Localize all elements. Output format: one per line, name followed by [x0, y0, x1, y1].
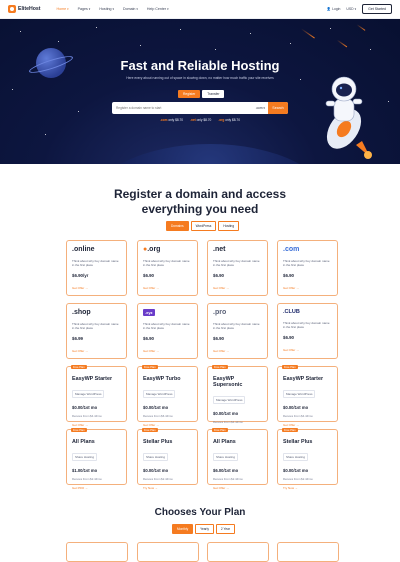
- get-offer-link[interactable]: Get Offer →: [283, 286, 332, 290]
- domain-card-org: ●.org Think about why buy domain name in…: [137, 240, 198, 296]
- user-icon: 👤: [326, 7, 332, 11]
- search-button[interactable]: Search: [268, 102, 288, 114]
- menu-item-help-center[interactable]: Help Center ▾: [147, 7, 169, 11]
- domain-card-online: .online Think about why buy domain name …: [66, 240, 127, 296]
- billing-period-tabs: Monthly Yearly 2 Year: [172, 524, 235, 534]
- menu-item-home[interactable]: Home ▾: [56, 7, 68, 11]
- get-offer-link[interactable]: Get Offer →: [72, 286, 121, 290]
- chevron-down-icon: ▾: [354, 7, 357, 11]
- plan-badge: Free Plan: [71, 428, 87, 433]
- domain-card-com: .com Think about why buy domain name in …: [277, 240, 338, 296]
- domain-card-pro: .pro Think about why buy domain name in …: [207, 303, 268, 359]
- plan-card: [277, 542, 339, 562]
- hero-tabs: Register Transfer: [178, 90, 225, 98]
- plans-section-title: Chooses Your Plan: [154, 507, 246, 518]
- plan-badge: Free Plan: [142, 428, 158, 433]
- login-link[interactable]: 👤 Login: [327, 7, 341, 11]
- get-pro-link[interactable]: Get PRO →: [72, 486, 121, 490]
- chevron-down-icon: ▾: [136, 7, 138, 11]
- domain-card-net: .net Think about why buy domain name in …: [207, 240, 268, 296]
- plan-badge: Free Plan: [282, 365, 298, 370]
- hero-subtitle: Here every about running out of space in…: [126, 76, 274, 80]
- wp-plan-card: Free Plan EasyWP Starter Manage WordPres…: [277, 365, 338, 427]
- chevron-down-icon: ▾: [67, 7, 69, 11]
- wp-plan-card: Free Plan EasyWP Turbo Manage WordPress …: [137, 365, 198, 427]
- tld-price-org: .org only $8.70: [218, 118, 240, 122]
- get-started-button[interactable]: Get Started: [362, 4, 392, 14]
- get-offer-link[interactable]: Get Offer →: [143, 286, 192, 290]
- nav-actions: 👤 Login USD ▾ Get Started: [327, 4, 392, 14]
- tab-monthly[interactable]: Monthly: [172, 524, 194, 534]
- main-menu: Home ▾ Pages ▾ Hosting ▾ Domain ▾ Help Cente…: [56, 7, 168, 11]
- plan-badge: Free Plan: [212, 365, 228, 370]
- try-now-link[interactable]: Try Now →: [143, 486, 192, 490]
- get-offer-link[interactable]: Get Offer →: [213, 286, 262, 290]
- wp-plan-card: Free Plan EasyWP Supersonic Manage WordP…: [207, 365, 268, 433]
- currency-select[interactable]: USD ▾: [346, 7, 356, 11]
- tab-2-year[interactable]: 2 Year: [215, 524, 235, 534]
- tld-select[interactable]: .com ▾: [256, 106, 265, 110]
- plan-badge: Free Plan: [282, 428, 298, 433]
- astronaut-rocket-illustration: [325, 76, 372, 159]
- brand-name: EliteHost: [18, 6, 41, 12]
- tab-transfer[interactable]: Transfer: [202, 90, 225, 98]
- get-offer-link[interactable]: Get Offer →: [213, 486, 262, 490]
- hosting-plan-card: Free Plan Stellar Plus Share Hosting $0.…: [137, 428, 198, 490]
- menu-item-domain[interactable]: Domain ▾: [123, 7, 138, 11]
- domain-card-club: .CLUB Think about why buy domain name in…: [277, 303, 338, 359]
- tab-hosting[interactable]: Hosting: [218, 221, 240, 231]
- domain-card-shop: .shop Think about why buy domain name in…: [66, 303, 127, 359]
- hero-title: Fast and Reliable Hosting: [120, 58, 280, 73]
- menu-item-hosting[interactable]: Hosting ▾: [99, 7, 114, 11]
- logo-icon: [8, 5, 16, 13]
- top-navbar: EliteHost Home ▾ Pages ▾ Hosting ▾ Domain ▾ …: [0, 0, 400, 19]
- tab-register[interactable]: Register: [178, 90, 201, 98]
- tld-price-net: .net only $8.70: [190, 118, 212, 122]
- domains-section-title: Register a domain and access everything …: [113, 187, 287, 216]
- chevron-down-icon: ▾: [112, 7, 115, 11]
- wp-plan-card: Free Plan EasyWP Starter Manage WordPres…: [66, 365, 127, 427]
- hosting-plan-card: Free Plan All Plans Share Hosting $6.00/…: [207, 428, 268, 490]
- hosting-plan-card: Free Plan Stellar Plus Share Hosting $0.…: [277, 428, 338, 490]
- hero-section: Fast and Reliable Hosting Here every abo…: [0, 19, 400, 164]
- tld-price-list: .com only $8.70 .net only $8.70 .org onl…: [0, 118, 400, 122]
- domain-search-input[interactable]: [116, 106, 246, 110]
- menu-item-pages[interactable]: Pages ▾: [78, 7, 91, 11]
- get-offer-link[interactable]: Get Offer →: [283, 348, 332, 352]
- domain-card-xyz: .xyz Think about why buy domain name in …: [137, 303, 198, 359]
- try-now-link[interactable]: Try Now →: [283, 486, 332, 490]
- get-offer-link[interactable]: Get Offer →: [143, 423, 192, 427]
- get-offer-link[interactable]: Get Offer →: [72, 423, 121, 427]
- earth-graphic: [90, 144, 330, 164]
- get-offer-link[interactable]: Get Offer →: [283, 423, 332, 427]
- tab-yearly[interactable]: Yearly: [195, 524, 214, 534]
- plan-card: [137, 542, 199, 562]
- plan-card: [66, 542, 128, 562]
- domain-search-bar: .com ▾ Search: [112, 102, 288, 114]
- get-offer-link[interactable]: Get Offer →: [213, 349, 262, 353]
- plan-card: [207, 542, 269, 562]
- tld-price-com: .com only $8.70: [160, 118, 184, 122]
- plan-badge: Free Plan: [71, 365, 87, 370]
- tab-domains[interactable]: Domains: [166, 221, 189, 231]
- brand-logo[interactable]: EliteHost: [8, 5, 40, 13]
- plan-badge: Free Plan: [212, 428, 228, 433]
- tab-wordpress[interactable]: WordPress: [190, 221, 217, 231]
- get-offer-link[interactable]: Get Offer →: [72, 349, 121, 353]
- chevron-down-icon: ▾: [88, 7, 91, 11]
- category-tabs: Domains WordPress Hosting: [166, 221, 240, 231]
- chevron-down-icon: ▾: [167, 7, 169, 11]
- plan-badge: Free Plan: [142, 365, 158, 370]
- hosting-plan-card: Free Plan All Plans Share Hosting $1.00/…: [66, 428, 127, 490]
- get-offer-link[interactable]: Get Offer →: [143, 349, 192, 353]
